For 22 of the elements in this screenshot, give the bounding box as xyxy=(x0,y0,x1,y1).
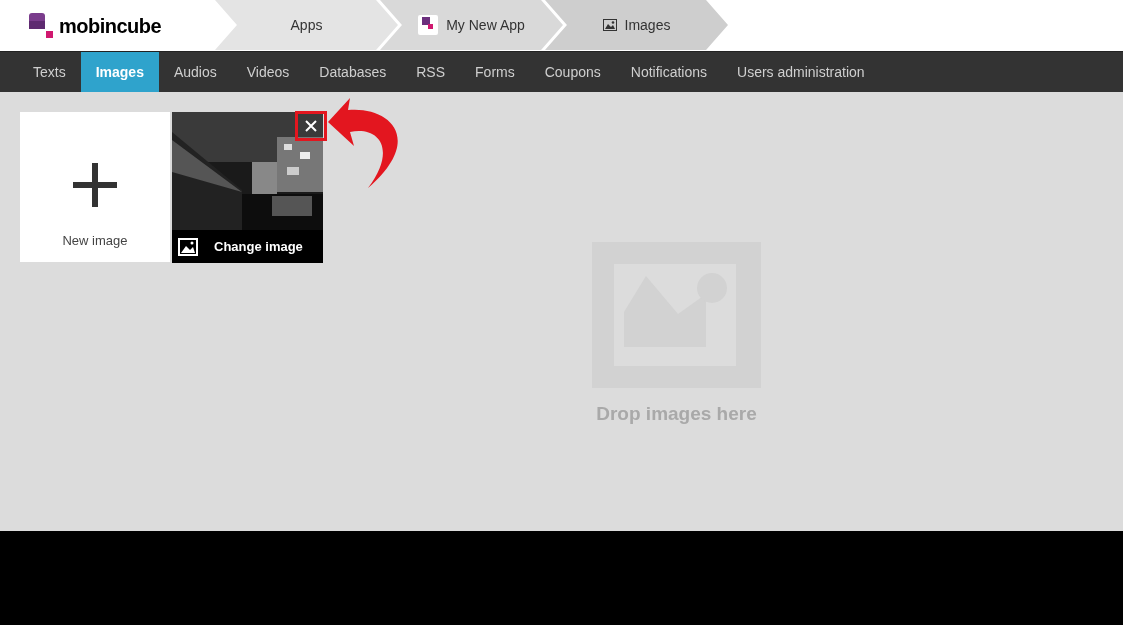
plus-icon xyxy=(73,162,117,207)
nav-tab[interactable]: Forms xyxy=(460,52,530,92)
nav-tab[interactable]: Audios xyxy=(158,52,232,92)
close-button[interactable] xyxy=(295,111,327,141)
change-image-button[interactable]: Change image xyxy=(172,230,323,263)
breadcrumb[interactable]: My New App xyxy=(380,0,563,50)
nav-tab[interactable]: Videos xyxy=(231,52,305,92)
nav-tab[interactable]: Databases xyxy=(304,52,402,92)
app-logo-icon xyxy=(418,15,439,35)
new-image-tile[interactable]: New image xyxy=(20,112,170,262)
nav-tab[interactable]: Notifications xyxy=(615,52,723,92)
image-icon xyxy=(602,19,617,31)
close-icon xyxy=(305,120,317,132)
logo-text: mobincube xyxy=(59,13,162,39)
nav-tab[interactable]: RSS xyxy=(401,52,461,92)
image-icon xyxy=(178,237,198,256)
breadcrumb[interactable]: Apps xyxy=(215,0,398,50)
nav-tab[interactable]: Coupons xyxy=(529,52,616,92)
logo-icon xyxy=(29,12,55,39)
breadcrumb[interactable]: Images xyxy=(545,0,728,50)
nav-tab[interactable]: Texts xyxy=(18,52,81,92)
nav-tab[interactable]: Users administration xyxy=(722,52,880,92)
